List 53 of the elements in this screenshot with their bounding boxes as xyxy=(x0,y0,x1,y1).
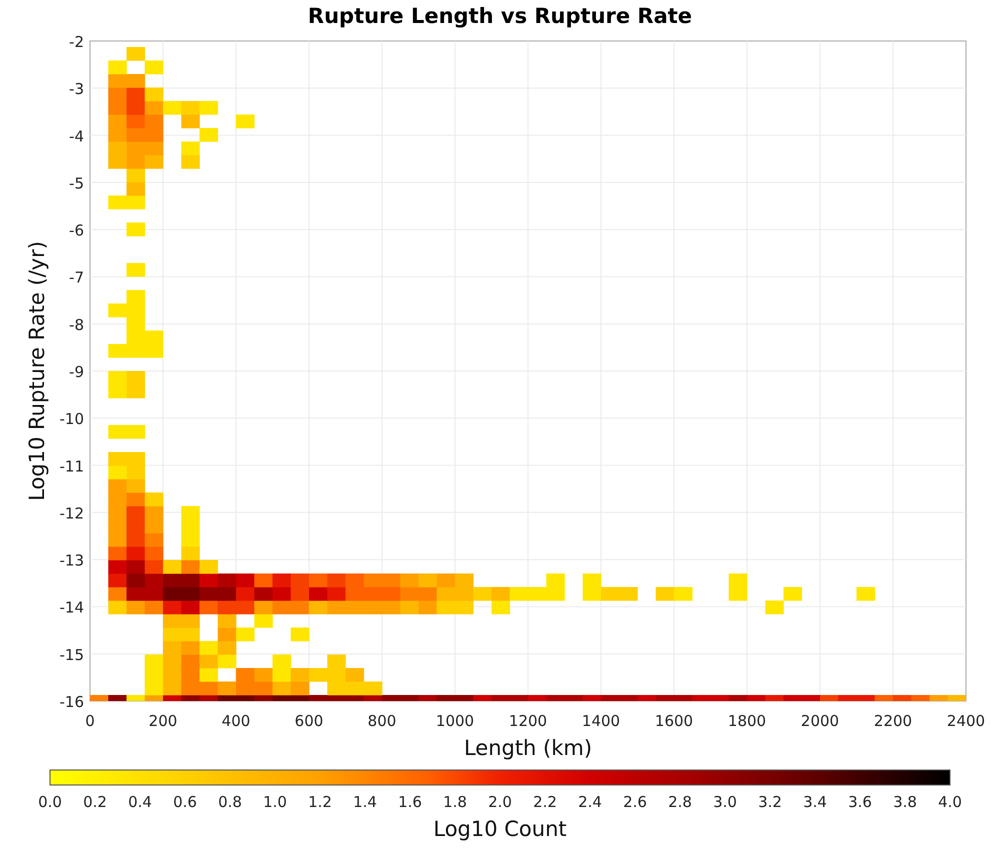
axis-tick-label: 600 xyxy=(294,712,324,730)
axis-tick-label: -15 xyxy=(60,646,84,664)
color-scale-tick-label: 0.0 xyxy=(38,793,62,811)
axis-tick-label: 1400 xyxy=(582,712,620,730)
color-scale-tick-label: 1.4 xyxy=(353,793,377,811)
color-scale-tick-label: 2.4 xyxy=(578,793,602,811)
axis-tick-label: -6 xyxy=(69,222,84,240)
axis-tick-label: 1600 xyxy=(654,712,694,730)
color-scale-tick-label: 0.6 xyxy=(173,793,197,811)
color-scale-tick-label: 0.4 xyxy=(128,793,152,811)
axis-tick-label: 200 xyxy=(148,712,178,730)
color-scale-tick-label: 2.6 xyxy=(623,793,647,811)
axis-tick-label: 2200 xyxy=(874,712,912,730)
color-scale-tick-label: 4.0 xyxy=(938,793,962,811)
axis-tick-label: -5 xyxy=(69,174,84,192)
axis-tick-label: 400 xyxy=(222,712,250,730)
axis-tick-label: 1000 xyxy=(436,712,474,730)
color-scale-tick-label: 3.2 xyxy=(758,793,782,811)
axis-tick-label: -10 xyxy=(60,410,84,428)
x-axis-label: Length (km) xyxy=(464,736,592,760)
axis-tick-label: -7 xyxy=(69,268,84,287)
color-scale-tick-label: 1.6 xyxy=(398,793,422,811)
axis-tick-label: 1800 xyxy=(728,712,766,730)
axis-tick-label: 800 xyxy=(368,712,396,730)
color-scale-tick-label: 2.2 xyxy=(533,793,557,811)
axis-tick-label: -8 xyxy=(69,316,84,334)
color-scale-tick-label: 0.8 xyxy=(218,793,242,811)
axis-tick-label: -3 xyxy=(69,80,84,98)
axis-tick-label: -14 xyxy=(60,598,84,617)
color-scale-tick-label: 0.2 xyxy=(83,793,107,811)
y-axis-label: Log10 Rupture Rate (/yr) xyxy=(25,241,49,501)
color-scale-tick-label: 3.0 xyxy=(713,793,737,811)
color-scale-tick-label: 2.0 xyxy=(488,793,512,811)
color-scale-tick-label: 3.4 xyxy=(803,793,827,811)
axis-tick-label: -11 xyxy=(60,457,84,476)
color-scale-tick-label: 3.8 xyxy=(893,793,917,811)
axis-tick-label: -13 xyxy=(60,552,84,570)
axis-tick-label: 0 xyxy=(85,712,95,730)
color-scale-tick-label: 1.2 xyxy=(308,793,332,811)
axis-tick-label: 1200 xyxy=(508,712,548,730)
axis-tick-label: 2000 xyxy=(800,712,840,730)
color-scale-tick-label: 1.0 xyxy=(263,793,287,811)
color-scale-label: Log10 Count xyxy=(433,817,567,841)
axis-tick-label: -4 xyxy=(69,127,84,146)
axis-tick-label: -2 xyxy=(69,33,84,51)
axis-tick-label: 2400 xyxy=(946,712,986,730)
axis-tick-label: -9 xyxy=(69,363,84,381)
chart-title: Rupture Length vs Rupture Rate xyxy=(308,4,692,28)
axis-tick-label: -16 xyxy=(60,693,84,711)
color-scale-tick-label: 2.8 xyxy=(668,793,692,811)
axis-tick-label: -12 xyxy=(60,504,84,522)
color-scale-tick-label: 3.6 xyxy=(848,793,872,811)
color-scale-tick-label: 1.8 xyxy=(443,793,467,811)
